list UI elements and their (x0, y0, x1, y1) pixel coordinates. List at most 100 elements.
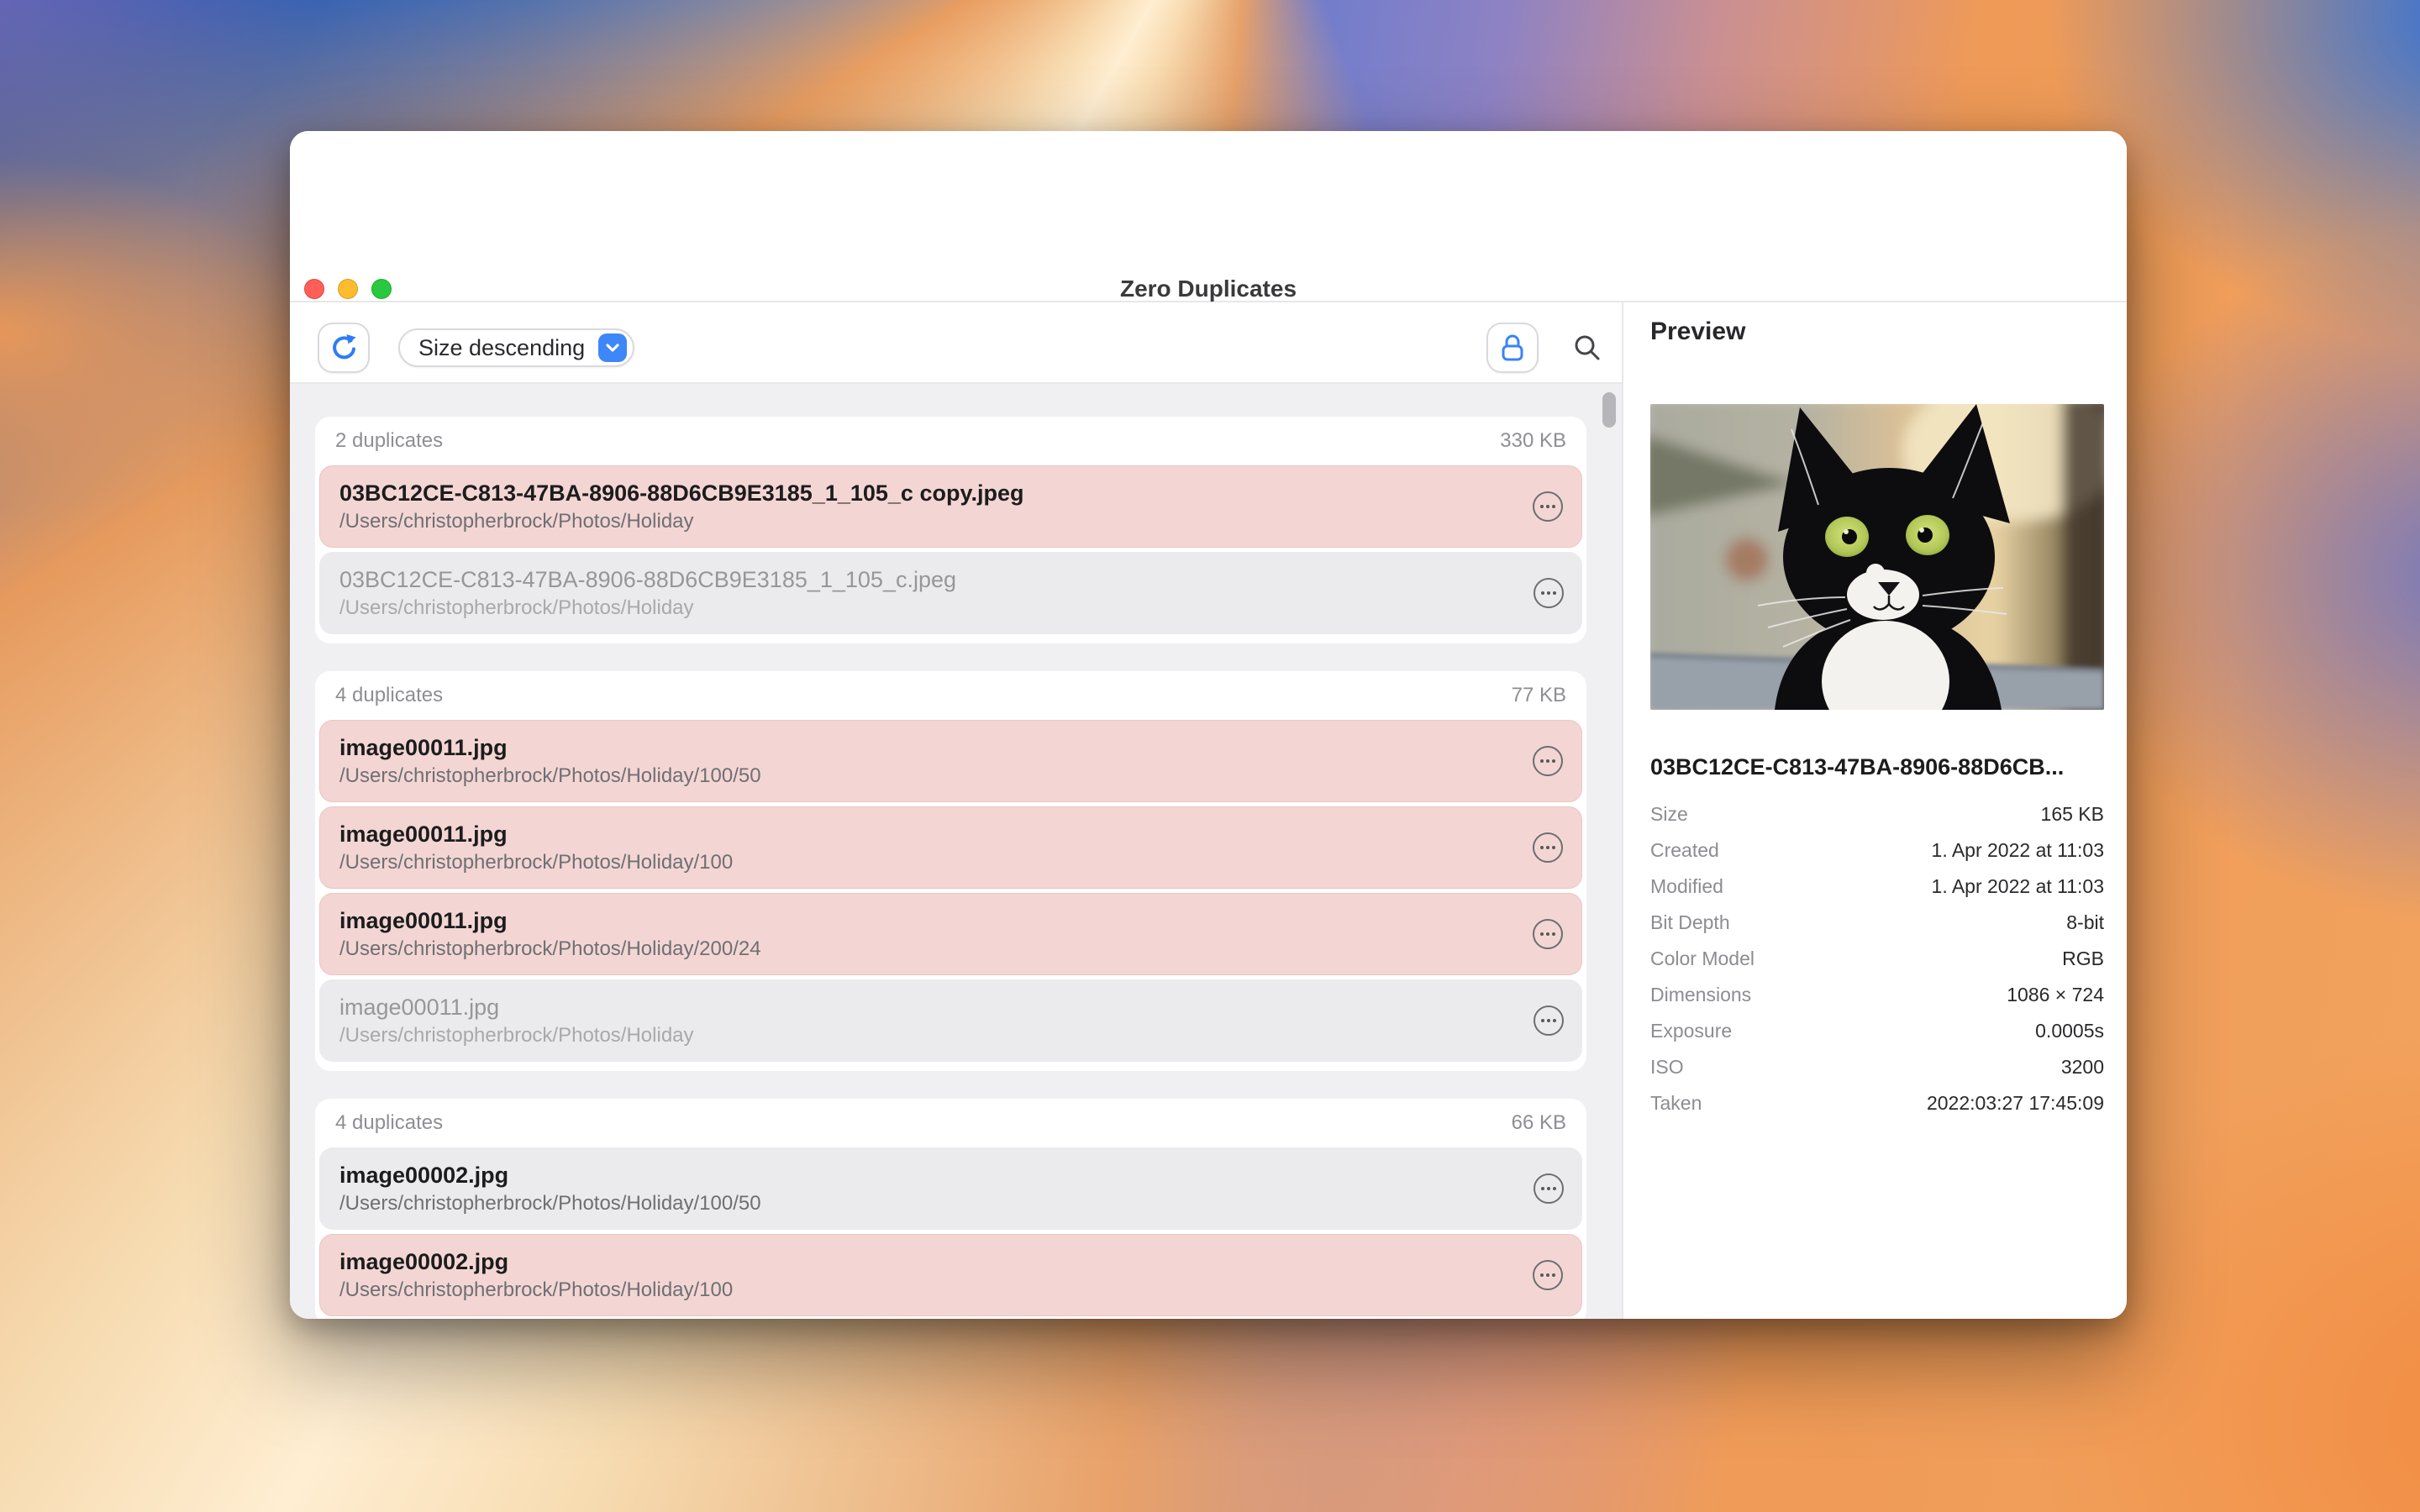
duplicate-file-row[interactable]: image00002.jpg/Users/christopherbrock/Ph… (319, 1147, 1582, 1230)
duplicate-group: 4 duplicates 66 KB image00002.jpg/Users/ch… (315, 1099, 1586, 1319)
file-name: image00002.jpg (339, 1161, 1515, 1189)
metadata-label: Bit Depth (1650, 911, 1730, 934)
preview-heading: Preview (1650, 318, 1745, 346)
group-duplicate-count: 4 duplicates (335, 684, 443, 707)
sort-toolbar: Size descending (290, 302, 1622, 384)
file-name: 03BC12CE-C813-47BA-8906-88D6CB9E3185_1_1… (339, 565, 1515, 594)
metadata-label: Taken (1650, 1092, 1702, 1115)
file-path: /Users/christopherbrock/Photos/Holiday/1… (339, 764, 1515, 789)
app-window: Zero Duplicates Show Folders (290, 131, 2127, 1319)
row-ellipsis-menu-button[interactable] (1533, 1260, 1563, 1290)
ellipsis-dot (1546, 1273, 1549, 1277)
group-header: 2 duplicates330 KB (319, 417, 1582, 465)
metadata-value: RGB (2062, 948, 2104, 970)
sort-order-select[interactable]: Size descending (398, 328, 634, 367)
metadata-row: Bit Depth 8-bit (1650, 905, 2104, 941)
file-name: image00002.jpg (339, 1247, 1515, 1276)
metadata-row: Modified1. Apr 2022 at 11:03 (1650, 869, 2104, 905)
duplicate-file-row[interactable]: image00002.jpg/Users/christopherbrock/Ph… (319, 1234, 1582, 1316)
ellipsis-dot (1552, 759, 1555, 763)
lock-icon (1499, 333, 1526, 363)
file-name: image00011.jpg (339, 733, 1515, 762)
rescan-button[interactable] (318, 323, 370, 373)
file-name: 03BC12CE-C813-47BA-8906-88D6CB9E3185_1_1… (339, 479, 1515, 507)
file-name: image00011.jpg (339, 820, 1515, 848)
metadata-value: 3200 (2061, 1056, 2104, 1079)
metadata-label: Size (1650, 803, 1688, 826)
row-ellipsis-menu-button[interactable] (1534, 578, 1564, 608)
ellipsis-dot (1541, 1019, 1544, 1022)
metadata-value: 2022:03:27 17:45:09 (1927, 1092, 2104, 1115)
duplicate-group: 2 duplicates330 KB 03BC12CE-C813-47BA-890… (315, 417, 1586, 643)
list-scrollbar-thumb[interactable] (1602, 392, 1616, 428)
ellipsis-dot (1553, 1019, 1556, 1022)
row-ellipsis-menu-button[interactable] (1533, 832, 1563, 863)
ellipsis-dot (1540, 1273, 1544, 1277)
ellipsis-dot (1546, 505, 1549, 508)
file-path: /Users/christopherbrock/Photos/Holiday (339, 509, 1515, 534)
ellipsis-dot (1547, 591, 1550, 595)
preview-image-cat-photo (1650, 404, 2104, 710)
ellipsis-dot (1553, 591, 1556, 595)
search-button[interactable] (1564, 324, 1611, 371)
metadata-value: 0.0005s (2035, 1020, 2104, 1042)
file-path: /Users/christopherbrock/Photos/Holiday/1… (339, 850, 1515, 875)
row-ellipsis-menu-button[interactable] (1534, 1005, 1564, 1036)
file-name: image00011.jpg (339, 906, 1515, 935)
metadata-row: Created 1. Apr 2022 at 11:03 (1650, 832, 2104, 869)
file-name: image00011.jpg (339, 993, 1515, 1021)
row-ellipsis-menu-button[interactable] (1533, 746, 1563, 776)
duplicate-file-row[interactable]: image00011.jpg/Users/christopherbrock/Ph… (319, 806, 1582, 889)
metadata-label: Created (1650, 839, 1719, 862)
duplicate-file-row[interactable]: image00011.jpg/Users/christopherbrock/Ph… (319, 979, 1582, 1062)
group-duplicate-count: 4 duplicates (335, 1111, 443, 1135)
metadata-label: Modified (1650, 875, 1723, 898)
duplicate-file-row[interactable]: 03BC12CE-C813-47BA-8906-88D6CB9E3185_1_1… (319, 552, 1582, 634)
duplicate-file-row[interactable]: image00011.jpg/Users/christopherbrock/Ph… (319, 720, 1582, 802)
search-icon (1573, 333, 1602, 362)
ellipsis-dot (1552, 932, 1555, 936)
metadata-row: Dimensions 1086 × 724 (1650, 977, 2104, 1013)
duplicate-file-row[interactable]: image00011.jpg/Users/christopherbrock/Ph… (319, 893, 1582, 975)
file-path: /Users/christopherbrock/Photos/Holiday/2… (339, 937, 1515, 962)
metadata-value: 8-bit (2066, 911, 2104, 934)
ellipsis-dot (1541, 591, 1544, 595)
metadata-label: Dimensions (1650, 984, 1751, 1006)
ellipsis-dot (1540, 846, 1544, 849)
file-path: /Users/christopherbrock/Photos/Holiday (339, 596, 1515, 621)
duplicate-file-row[interactable]: 03BC12CE-C813-47BA-8906-88D6CB9E3185_1_1… (319, 465, 1582, 548)
ellipsis-dot (1546, 759, 1549, 763)
row-ellipsis-menu-button[interactable] (1533, 491, 1563, 522)
ellipsis-dot (1552, 1273, 1555, 1277)
ellipsis-dot (1546, 846, 1549, 849)
metadata-value: 1. Apr 2022 at 11:03 (1932, 839, 2104, 862)
toolbar: Zero Duplicates Show Folders (290, 131, 2127, 302)
duplicates-list[interactable]: 2 duplicates330 KB 03BC12CE-C813-47BA-890… (290, 384, 1622, 1319)
group-size: 77 KB (1512, 684, 1566, 707)
group-size: 330 KB (1500, 429, 1566, 453)
ellipsis-dot (1553, 1187, 1556, 1190)
group-header: 4 duplicates 77 KB (319, 671, 1582, 720)
group-size: 66 KB (1512, 1111, 1566, 1135)
ellipsis-dot (1547, 1187, 1550, 1190)
ellipsis-dot (1547, 1019, 1550, 1022)
file-path: /Users/christopherbrock/Photos/Holiday/1… (339, 1191, 1515, 1216)
ellipsis-dot (1540, 759, 1544, 763)
metadata-label: Color Model (1650, 948, 1754, 970)
metadata-row: Exposure0.0005s (1650, 1013, 2104, 1049)
sort-order-value: Size descending (418, 335, 585, 361)
group-header: 4 duplicates 66 KB (319, 1099, 1582, 1147)
ellipsis-dot (1540, 932, 1544, 936)
row-ellipsis-menu-button[interactable] (1533, 919, 1563, 949)
metadata-row: ISO 3200 (1650, 1049, 2104, 1085)
row-ellipsis-menu-button[interactable] (1534, 1173, 1564, 1204)
metadata-value: 165 KB (2041, 803, 2104, 826)
ellipsis-dot (1552, 505, 1555, 508)
metadata-label: ISO (1650, 1056, 1684, 1079)
ellipsis-dot (1541, 1187, 1544, 1190)
file-path: /Users/christopherbrock/Photos/Holiday (339, 1023, 1515, 1048)
ellipsis-dot (1546, 932, 1549, 936)
metadata-value: 1086 × 724 (2007, 984, 2104, 1006)
preview-filename: 03BC12CE-C813-47BA-8906-88D6CB... (1650, 754, 2104, 780)
lock-selection-button[interactable] (1486, 323, 1539, 373)
